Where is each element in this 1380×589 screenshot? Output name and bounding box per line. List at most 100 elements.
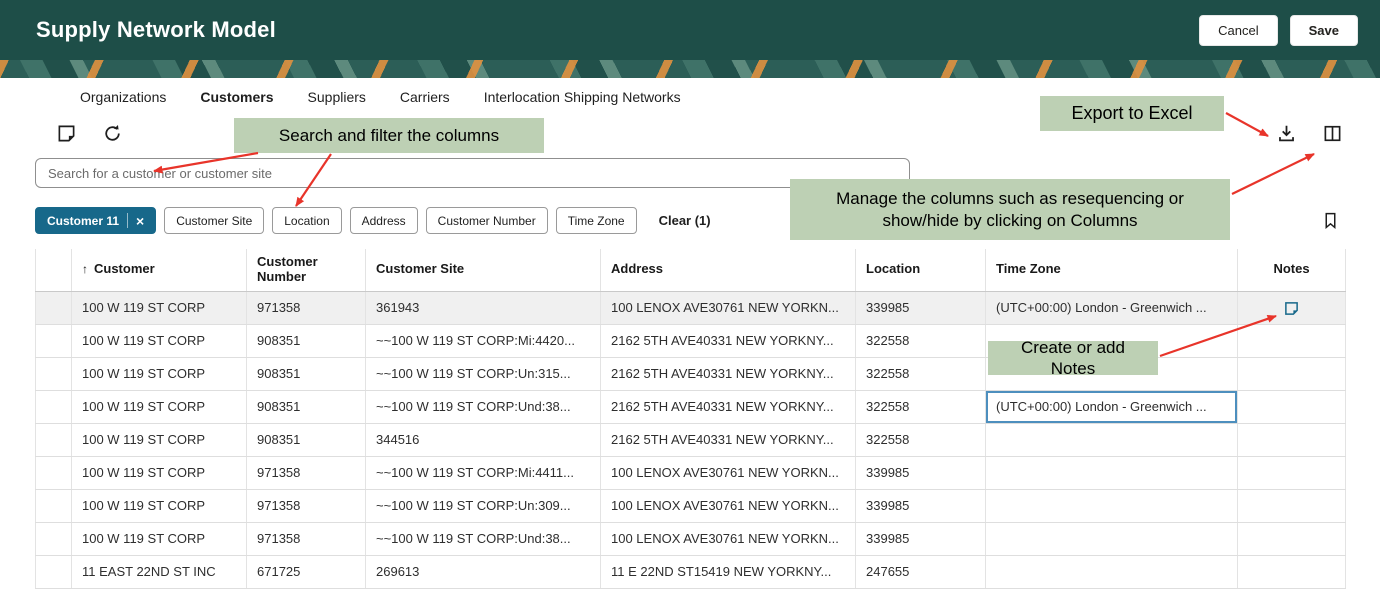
- clear-filters-link[interactable]: Clear (1): [659, 213, 711, 228]
- cell-notes[interactable]: [1238, 324, 1346, 357]
- cell-customer-number[interactable]: 908351: [247, 324, 366, 357]
- table-row[interactable]: 100 W 119 ST CORP971358361943100 LENOX A…: [36, 291, 1346, 324]
- row-gutter-cell: [36, 522, 72, 555]
- cell-address[interactable]: 2162 5TH AVE40331 NEW YORKNY...: [601, 357, 856, 390]
- cell-address[interactable]: 2162 5TH AVE40331 NEW YORKNY...: [601, 423, 856, 456]
- cell-customer-number[interactable]: 971358: [247, 522, 366, 555]
- cell-notes[interactable]: [1238, 291, 1346, 324]
- table-row[interactable]: 100 W 119 ST CORP971358~~100 W 119 ST CO…: [36, 522, 1346, 555]
- cell-customer-site[interactable]: ~~100 W 119 ST CORP:Und:38...: [366, 522, 601, 555]
- cell-time-zone[interactable]: (UTC+00:00) London - Greenwich ...: [986, 390, 1238, 423]
- cell-address[interactable]: 100 LENOX AVE30761 NEW YORKN...: [601, 489, 856, 522]
- table-row[interactable]: 100 W 119 ST CORP971358~~100 W 119 ST CO…: [36, 489, 1346, 522]
- download-icon[interactable]: [1276, 123, 1296, 143]
- column-header-customer-site[interactable]: Customer Site: [366, 249, 601, 291]
- search-input[interactable]: [35, 158, 910, 188]
- active-filter-chip[interactable]: Customer 11 ×: [35, 207, 156, 234]
- cell-time-zone[interactable]: [986, 555, 1238, 588]
- cell-location[interactable]: 322558: [856, 357, 986, 390]
- close-icon[interactable]: ×: [136, 214, 144, 228]
- cell-customer[interactable]: 100 W 119 ST CORP: [72, 456, 247, 489]
- table-row[interactable]: 100 W 119 ST CORP971358~~100 W 119 ST CO…: [36, 456, 1346, 489]
- cell-address[interactable]: 2162 5TH AVE40331 NEW YORKNY...: [601, 324, 856, 357]
- cell-customer-site[interactable]: 269613: [366, 555, 601, 588]
- column-header-address[interactable]: Address: [601, 249, 856, 291]
- cell-location[interactable]: 322558: [856, 324, 986, 357]
- table-row[interactable]: 100 W 119 ST CORP908351~~100 W 119 ST CO…: [36, 390, 1346, 423]
- cell-time-zone[interactable]: [986, 522, 1238, 555]
- cell-location[interactable]: 339985: [856, 456, 986, 489]
- cell-customer-site[interactable]: ~~100 W 119 ST CORP:Mi:4420...: [366, 324, 601, 357]
- tab-carriers[interactable]: Carriers: [400, 89, 450, 105]
- cell-time-zone[interactable]: [986, 489, 1238, 522]
- save-button[interactable]: Save: [1290, 15, 1358, 46]
- cell-customer-number[interactable]: 908351: [247, 357, 366, 390]
- cell-location[interactable]: 322558: [856, 390, 986, 423]
- cell-customer-number[interactable]: 908351: [247, 390, 366, 423]
- toolbar-left: [56, 123, 122, 143]
- cell-time-zone[interactable]: [986, 423, 1238, 456]
- cell-time-zone[interactable]: (UTC+00:00) London - Greenwich ...: [986, 291, 1238, 324]
- cell-location[interactable]: 339985: [856, 291, 986, 324]
- cell-location[interactable]: 247655: [856, 555, 986, 588]
- cell-customer-site[interactable]: 344516: [366, 423, 601, 456]
- cell-location[interactable]: 339985: [856, 522, 986, 555]
- cell-customer[interactable]: 100 W 119 ST CORP: [72, 390, 247, 423]
- tab-interlocation-shipping-networks[interactable]: Interlocation Shipping Networks: [484, 89, 681, 105]
- column-header-customer-number[interactable]: Customer Number: [247, 249, 366, 291]
- cell-time-zone[interactable]: [986, 456, 1238, 489]
- cell-customer-number[interactable]: 971358: [247, 489, 366, 522]
- cell-customer[interactable]: 100 W 119 ST CORP: [72, 489, 247, 522]
- tab-suppliers[interactable]: Suppliers: [308, 89, 366, 105]
- cell-notes[interactable]: [1238, 489, 1346, 522]
- cell-customer-number[interactable]: 671725: [247, 555, 366, 588]
- cell-customer-site[interactable]: ~~100 W 119 ST CORP:Un:315...: [366, 357, 601, 390]
- cell-customer[interactable]: 11 EAST 22ND ST INC: [72, 555, 247, 588]
- cancel-button[interactable]: Cancel: [1199, 15, 1277, 46]
- cell-notes[interactable]: [1238, 555, 1346, 588]
- cell-customer[interactable]: 100 W 119 ST CORP: [72, 522, 247, 555]
- cell-address[interactable]: 2162 5TH AVE40331 NEW YORKNY...: [601, 390, 856, 423]
- filter-chip-location[interactable]: Location: [272, 207, 341, 234]
- column-header-location[interactable]: Location: [856, 249, 986, 291]
- cell-customer-site[interactable]: ~~100 W 119 ST CORP:Und:38...: [366, 390, 601, 423]
- cell-address[interactable]: 11 E 22ND ST15419 NEW YORKNY...: [601, 555, 856, 588]
- filter-chip-time-zone[interactable]: Time Zone: [556, 207, 637, 234]
- cell-customer-number[interactable]: 908351: [247, 423, 366, 456]
- cell-notes[interactable]: [1238, 456, 1346, 489]
- bookmark-icon[interactable]: [1320, 211, 1340, 231]
- cell-notes[interactable]: [1238, 357, 1346, 390]
- cell-address[interactable]: 100 LENOX AVE30761 NEW YORKN...: [601, 456, 856, 489]
- cell-customer[interactable]: 100 W 119 ST CORP: [72, 324, 247, 357]
- table-row[interactable]: 100 W 119 ST CORP9083513445162162 5TH AV…: [36, 423, 1346, 456]
- tab-organizations[interactable]: Organizations: [80, 89, 166, 105]
- cell-location[interactable]: 322558: [856, 423, 986, 456]
- cell-address[interactable]: 100 LENOX AVE30761 NEW YORKN...: [601, 522, 856, 555]
- cell-customer[interactable]: 100 W 119 ST CORP: [72, 291, 247, 324]
- cell-customer-site[interactable]: ~~100 W 119 ST CORP:Mi:4411...: [366, 456, 601, 489]
- cell-customer[interactable]: 100 W 119 ST CORP: [72, 357, 247, 390]
- tab-customers[interactable]: Customers: [200, 89, 273, 105]
- cell-customer-number[interactable]: 971358: [247, 456, 366, 489]
- cell-customer-site[interactable]: ~~100 W 119 ST CORP:Un:309...: [366, 489, 601, 522]
- table-row[interactable]: 11 EAST 22ND ST INC67172526961311 E 22ND…: [36, 555, 1346, 588]
- column-header-time-zone[interactable]: Time Zone: [986, 249, 1238, 291]
- cell-address[interactable]: 100 LENOX AVE30761 NEW YORKN...: [601, 291, 856, 324]
- cell-location[interactable]: 339985: [856, 489, 986, 522]
- filter-chip-address[interactable]: Address: [350, 207, 418, 234]
- customers-table: ↑CustomerCustomer NumberCustomer SiteAdd…: [35, 249, 1346, 589]
- refresh-icon[interactable]: [102, 123, 122, 143]
- cell-notes[interactable]: [1238, 522, 1346, 555]
- cell-notes[interactable]: [1238, 423, 1346, 456]
- cell-customer-number[interactable]: 971358: [247, 291, 366, 324]
- filter-chip-customer-number[interactable]: Customer Number: [426, 207, 548, 234]
- column-header-notes[interactable]: Notes: [1238, 249, 1346, 291]
- column-header-customer[interactable]: ↑Customer: [72, 249, 247, 291]
- note-icon[interactable]: [56, 123, 76, 143]
- cell-notes[interactable]: [1238, 390, 1346, 423]
- filter-chip-customer-site[interactable]: Customer Site: [164, 207, 264, 234]
- note-icon[interactable]: [1284, 301, 1299, 316]
- cell-customer[interactable]: 100 W 119 ST CORP: [72, 423, 247, 456]
- columns-icon[interactable]: [1322, 123, 1342, 143]
- cell-customer-site[interactable]: 361943: [366, 291, 601, 324]
